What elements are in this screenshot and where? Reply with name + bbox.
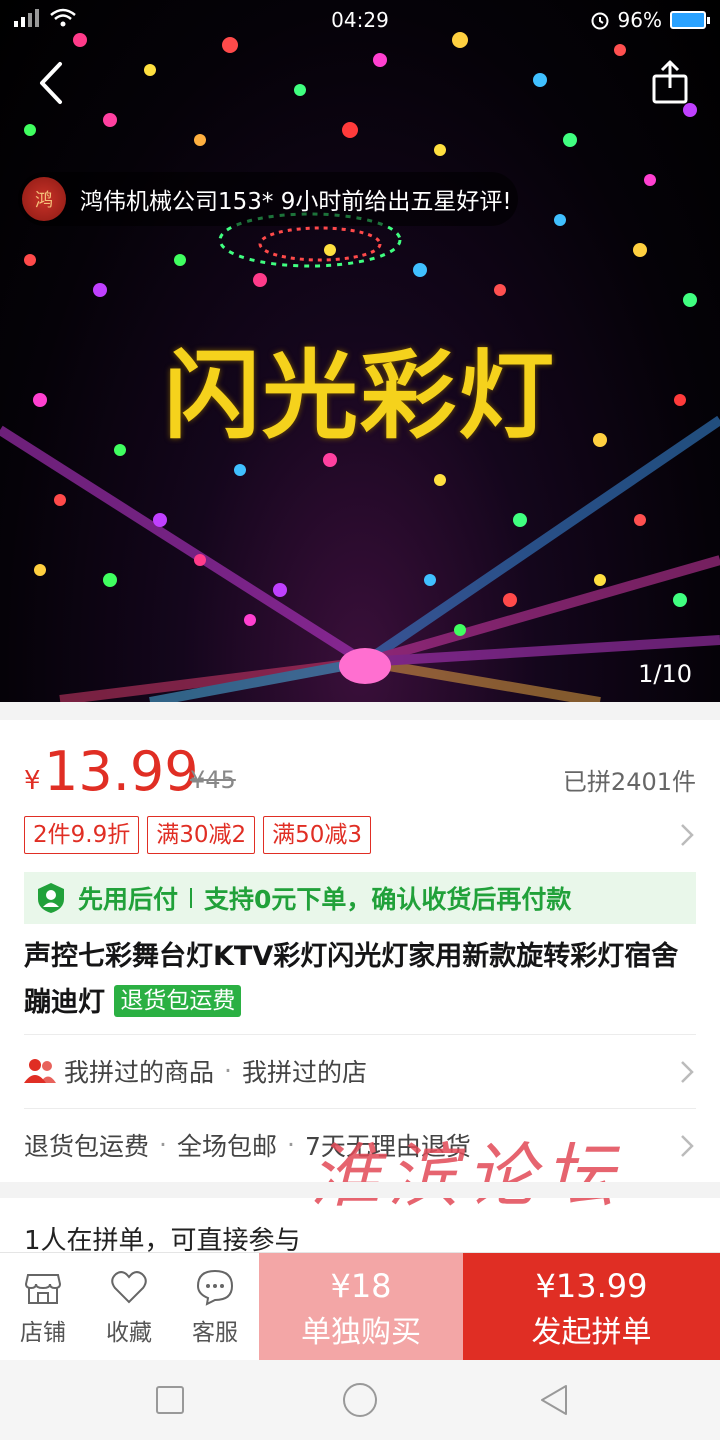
home-icon[interactable] [340,1380,380,1420]
coupon-tag[interactable]: 满50减3 [263,816,372,854]
shop-icon [24,1274,62,1304]
system-navigation-bar [0,1360,720,1440]
pay-later-description: 支持0元下单，确认收货后再付款 [204,885,572,914]
favorite-label: 收藏 [106,1320,152,1346]
favorite-button[interactable]: 收藏 [86,1253,172,1361]
coupon-list[interactable]: 2件9.9折 满30减2 满50减3 [24,816,372,854]
shop-label: 店铺 [20,1320,66,1346]
product-title: 声控七彩舞台灯KTV彩灯闪光灯家用新款旋转彩灯宿舍蹦迪灯 退货包运费 [24,934,704,1026]
recent-apps-icon[interactable] [154,1384,186,1416]
image-page-indicator: 1/10 [638,660,692,688]
heart-icon [111,1271,147,1304]
review-text: 鸿伟机械公司153* 9小时前给出五星好评! [80,189,512,215]
alarm-icon [591,12,609,30]
buy-alone-label: 单独购买 [301,1315,421,1350]
review-notification: 鸿 鸿伟机械公司153* 9小时前给出五星好评! [18,172,518,226]
product-image-title-art: 闪光彩灯 [164,340,556,452]
sold-count: 已拼2401件 [562,768,696,796]
my-group-goods-link[interactable]: 我拼过的商品 [64,1053,214,1089]
section-divider [0,702,720,720]
separator-dot: · [224,1056,232,1085]
coupon-tag[interactable]: 2件9.9折 [24,816,140,854]
buy-alone-price: ¥18 [330,1267,392,1305]
back-nav-icon[interactable] [536,1382,572,1418]
section-divider [0,1182,720,1198]
chat-icon [196,1269,234,1306]
customer-service-label: 客服 [192,1320,238,1346]
group-buy-price: ¥13.99 [535,1267,648,1305]
chevron-right-icon [681,1135,694,1157]
shop-button[interactable]: 店铺 [0,1253,86,1361]
share-icon[interactable] [650,60,690,104]
battery-icon [670,11,710,29]
current-price: 13.99 [44,740,199,803]
battery-percent: 96% [617,8,662,32]
currency-symbol: ¥ [24,766,41,796]
bottom-action-bar: 店铺 收藏 客服 ¥18 单独购买 ¥13.99 发起拼单 [0,1252,720,1361]
chevron-right-icon [681,1061,694,1083]
pay-later-banner[interactable]: 先用后付 支持0元下单，确认收货后再付款 [24,872,696,924]
forum-watermark: 淮滨论坛 [310,1135,622,1217]
pay-later-title: 先用后付 [78,885,179,914]
reviewer-avatar: 鸿 [22,177,66,221]
start-group-buy-button[interactable]: ¥13.99 发起拼单 [463,1253,720,1361]
customer-service-button[interactable]: 客服 [172,1253,258,1361]
people-icon [24,1058,56,1083]
service-return-shipping: 退货包运费 [24,1131,150,1161]
pay-later-icon [38,883,64,913]
my-group-shops-link[interactable]: 我拼过的店 [242,1053,367,1089]
coupon-tag[interactable]: 满30减2 [147,816,256,854]
buy-alone-button[interactable]: ¥18 单独购买 [259,1253,463,1361]
status-bar: 04:29 96% [0,0,720,40]
separator-dot: · [286,1130,295,1159]
original-price: ¥45 [190,766,236,794]
separator-dot: · [159,1130,167,1159]
chevron-right-icon[interactable] [678,822,696,848]
price-row: ¥ 13.99 ¥45 已拼2401件 [24,740,696,806]
service-free-shipping: 全场包邮 [176,1131,277,1161]
back-icon[interactable] [30,58,74,108]
divider [190,888,193,908]
my-group-history-row[interactable]: 我拼过的商品 · 我拼过的店 [24,1034,696,1106]
product-image-carousel[interactable]: 闪光彩灯 鸿 鸿伟机械公司153* 9小时前给出五星好评! 1/10 [0,0,720,702]
return-shipping-tag: 退货包运费 [114,985,242,1017]
group-buy-label: 发起拼单 [531,1315,652,1350]
